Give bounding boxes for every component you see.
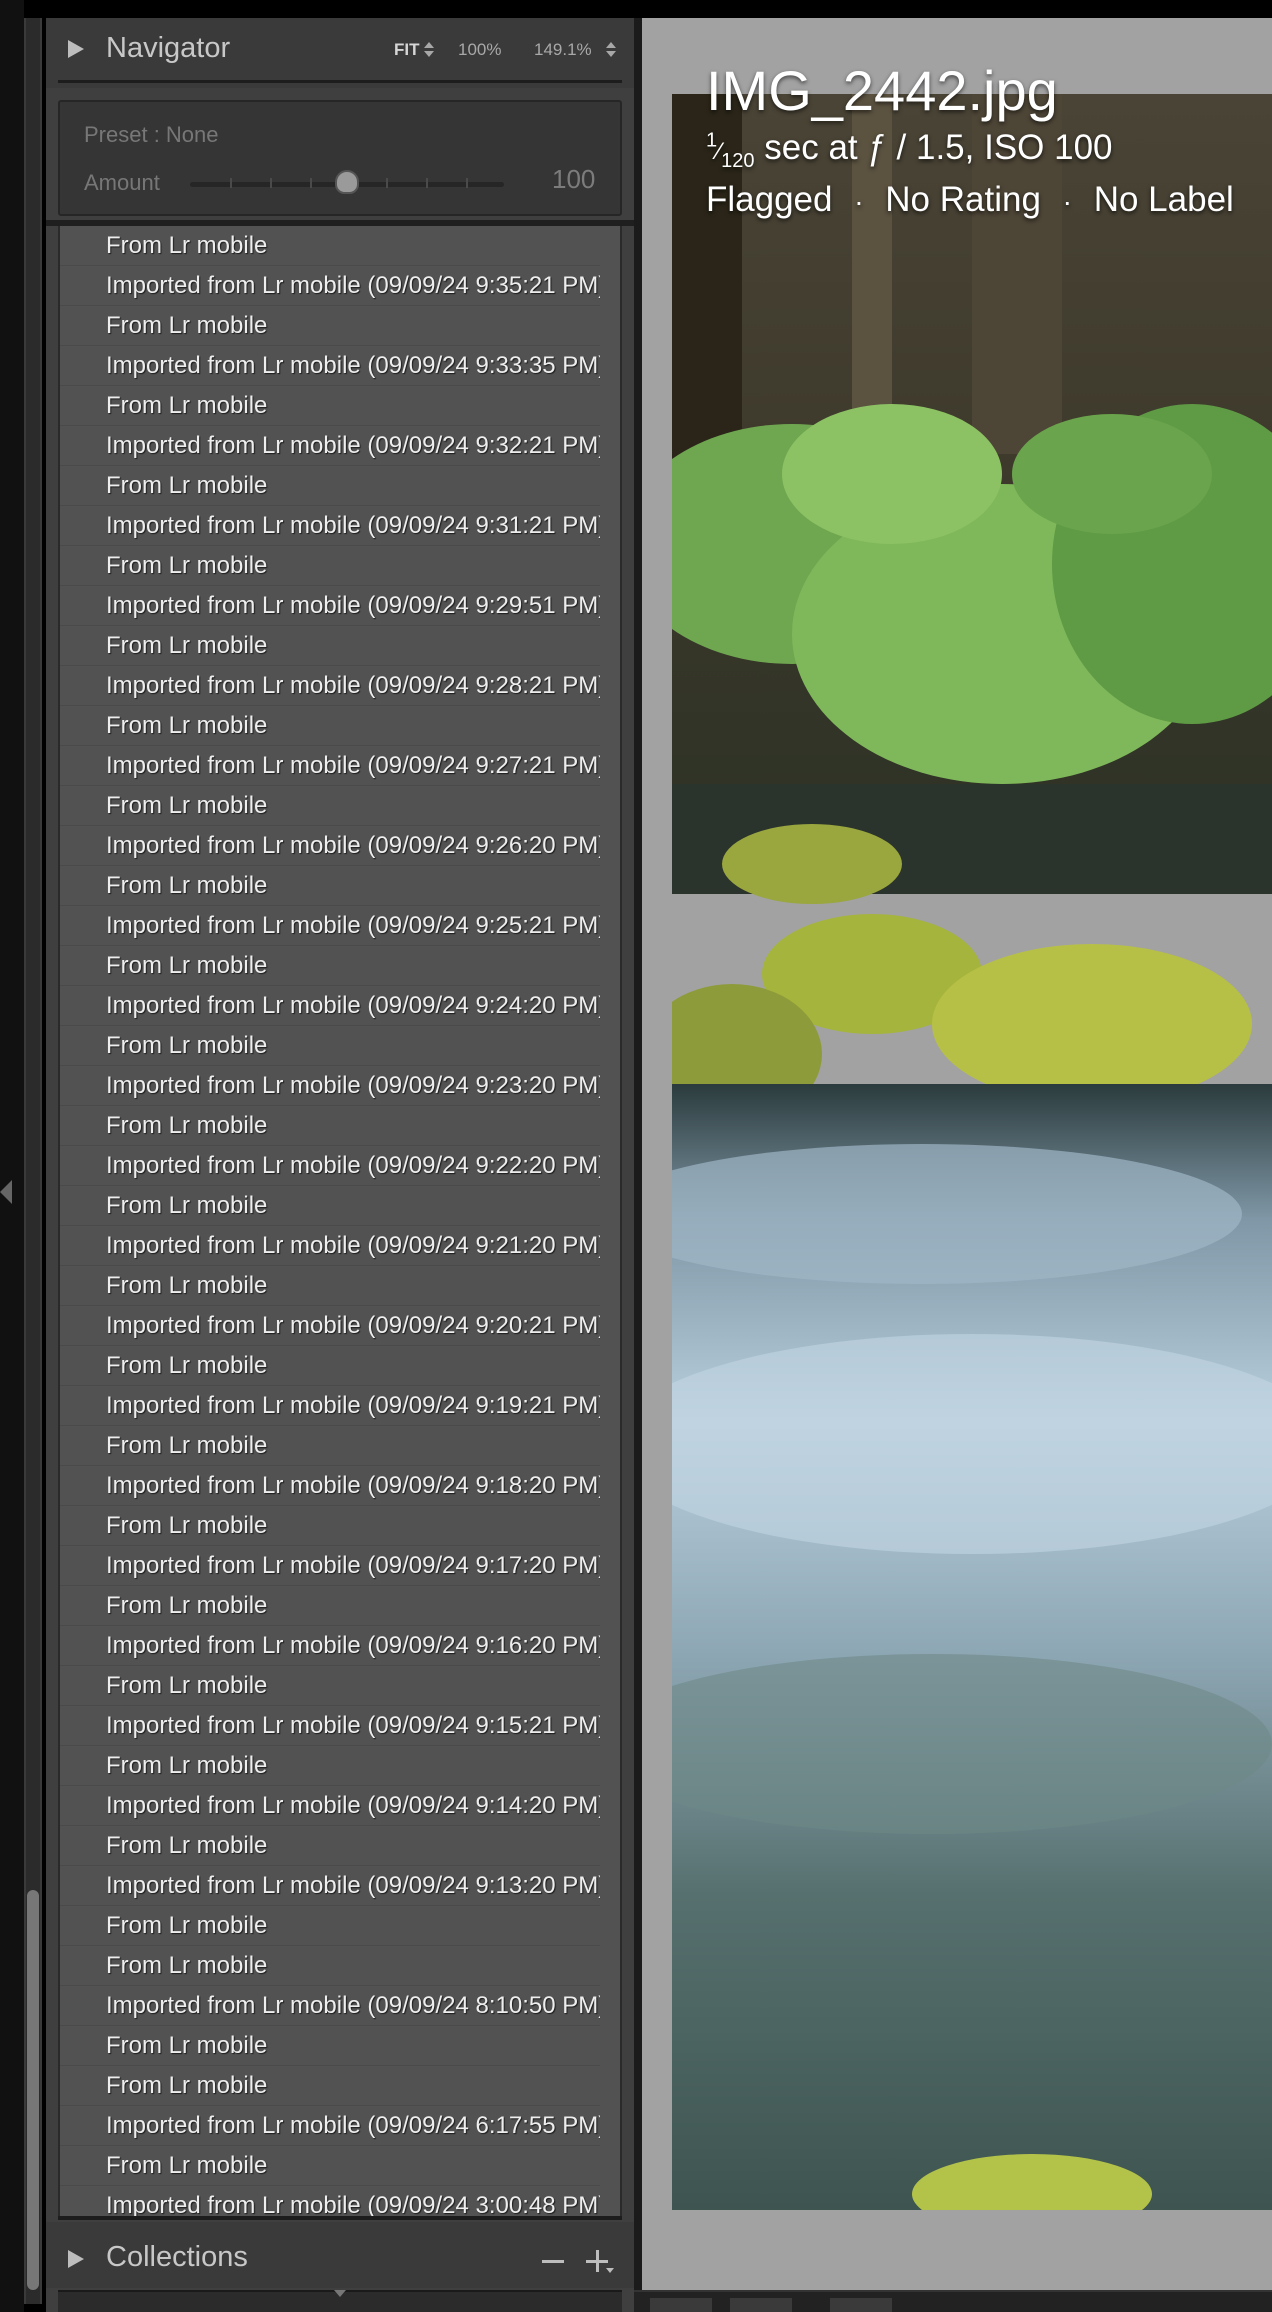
history-step[interactable]: From Lr mobile [60, 466, 600, 506]
history-step[interactable]: From Lr mobile [60, 626, 600, 666]
history-step[interactable]: Imported from Lr mobile (09/09/24 3:00:4… [60, 2186, 600, 2216]
history-step[interactable]: From Lr mobile [60, 1186, 600, 1226]
history-step[interactable]: Imported from Lr mobile (09/09/24 9:23:2… [60, 1066, 600, 1106]
collections-title[interactable]: Collections [106, 2241, 248, 2274]
panel-collapse-arrow-icon[interactable] [0, 1180, 12, 1204]
add-collection-icon[interactable] [596, 2250, 599, 2272]
up-down-arrows-icon[interactable] [606, 40, 616, 60]
history-step[interactable]: From Lr mobile [60, 1266, 600, 1306]
label-status: No Label [1093, 180, 1234, 219]
history-step[interactable]: Imported from Lr mobile (09/09/24 9:20:2… [60, 1306, 600, 1346]
history-step[interactable]: Imported from Lr mobile (09/09/24 9:32:2… [60, 426, 600, 466]
history-step[interactable]: From Lr mobile [60, 2026, 600, 2066]
divider [58, 2216, 622, 2220]
preset-preview-box [58, 100, 622, 216]
history-step[interactable]: From Lr mobile [60, 866, 600, 906]
navigator-title[interactable]: Navigator [106, 32, 230, 65]
history-step[interactable]: From Lr mobile [60, 226, 600, 266]
remove-collection-icon[interactable] [542, 2260, 564, 2263]
filmstrip-cell[interactable] [830, 2298, 892, 2312]
slider-tick [466, 178, 468, 188]
history-step[interactable]: From Lr mobile [60, 1666, 600, 1706]
history-step[interactable]: Imported from Lr mobile (09/09/24 9:31:2… [60, 506, 600, 546]
photo-filename: IMG_2442.jpg [706, 59, 1058, 122]
shutter-numerator: 1 [706, 129, 718, 152]
slider-tick [230, 178, 232, 188]
left-panel-edge[interactable] [0, 0, 24, 2312]
history-step[interactable]: From Lr mobile [60, 1906, 600, 1946]
separator-dot: · [1062, 186, 1072, 217]
history-step[interactable]: Imported from Lr mobile (09/09/24 9:33:3… [60, 346, 600, 386]
history-step[interactable]: From Lr mobile [60, 1106, 600, 1146]
history-step[interactable]: From Lr mobile [60, 1586, 600, 1626]
filmstrip-cell[interactable] [650, 2298, 712, 2312]
slider-tick [426, 178, 428, 188]
history-step[interactable]: Imported from Lr mobile (09/09/24 9:25:2… [60, 906, 600, 946]
lightroom-window: Navigator FIT 100% 149.1% Preset : None … [0, 0, 1272, 2312]
history-step[interactable]: Imported from Lr mobile (09/09/24 9:17:2… [60, 1546, 600, 1586]
photo-image [672, 94, 1272, 2210]
history-step[interactable]: From Lr mobile [60, 2066, 600, 2106]
history-step[interactable]: From Lr mobile [60, 1026, 600, 1066]
photo-preview[interactable] [672, 94, 1272, 2210]
amount-value: 100 [552, 164, 596, 194]
zoom-fit-button[interactable]: FIT [394, 40, 420, 60]
history-step[interactable]: From Lr mobile [60, 706, 600, 746]
dropdown-caret-icon[interactable] [606, 2268, 614, 2273]
history-step[interactable]: From Lr mobile [60, 786, 600, 826]
disclosure-triangle-icon[interactable] [68, 2250, 84, 2268]
history-step[interactable]: From Lr mobile [60, 1826, 600, 1866]
history-step[interactable]: Imported from Lr mobile (09/09/24 8:10:5… [60, 1986, 600, 2026]
panel-scrollbar-thumb[interactable] [27, 1890, 39, 2290]
history-step[interactable]: From Lr mobile [60, 1346, 600, 1386]
exposure-text: sec at ƒ / 1.5, ISO 100 [764, 128, 1113, 167]
history-step[interactable]: Imported from Lr mobile (09/09/24 9:27:2… [60, 746, 600, 786]
history-step[interactable]: Imported from Lr mobile (09/09/24 9:29:5… [60, 586, 600, 626]
shutter-denominator: 120 [721, 150, 755, 172]
history-step[interactable]: Imported from Lr mobile (09/09/24 9:24:2… [60, 986, 600, 1026]
history-step[interactable]: Imported from Lr mobile (09/09/24 6:17:5… [60, 2106, 600, 2146]
history-step[interactable]: Imported from Lr mobile (09/09/24 9:26:2… [60, 826, 600, 866]
filmstrip-cell[interactable] [730, 2298, 792, 2312]
slider-tick [270, 178, 272, 188]
history-step[interactable]: From Lr mobile [60, 1426, 600, 1466]
history-step[interactable]: Imported from Lr mobile (09/09/24 9:19:2… [60, 1386, 600, 1426]
history-step[interactable]: Imported from Lr mobile (09/09/24 9:28:2… [60, 666, 600, 706]
history-step[interactable]: Imported from Lr mobile (09/09/24 9:13:2… [60, 1866, 600, 1906]
preset-label: Preset : None [84, 122, 219, 147]
history-step[interactable]: From Lr mobile [60, 1946, 600, 1986]
history-step[interactable]: Imported from Lr mobile (09/09/24 9:14:2… [60, 1786, 600, 1826]
up-down-arrows-icon[interactable] [424, 40, 434, 60]
zoom-custom-button[interactable]: 149.1% [534, 40, 592, 60]
history-step[interactable]: From Lr mobile [60, 1746, 600, 1786]
resize-handle-icon[interactable] [334, 2290, 346, 2297]
history-step[interactable]: From Lr mobile [60, 946, 600, 986]
disclosure-triangle-icon[interactable] [68, 40, 84, 58]
history-step[interactable]: Imported from Lr mobile (09/09/24 9:18:2… [60, 1466, 600, 1506]
divider [58, 80, 622, 83]
history-step[interactable]: From Lr mobile [60, 306, 600, 346]
history-step[interactable]: Imported from Lr mobile (09/09/24 9:21:2… [60, 1226, 600, 1266]
history-step[interactable]: Imported from Lr mobile (09/09/24 9:16:2… [60, 1626, 600, 1666]
history-step[interactable]: Imported from Lr mobile (09/09/24 9:15:2… [60, 1706, 600, 1746]
slider-tick [310, 178, 312, 188]
amount-slider-thumb[interactable] [335, 170, 359, 194]
history-step[interactable]: Imported from Lr mobile (09/09/24 9:22:2… [60, 1146, 600, 1186]
history-list[interactable]: From Lr mobile Imported from Lr mobile (0… [58, 226, 622, 2216]
history-step[interactable]: From Lr mobile [60, 546, 600, 586]
history-step[interactable]: From Lr mobile [60, 2146, 600, 2186]
photo-status-info: Flagged · No Rating · No Label [706, 180, 1234, 220]
photo-exposure-info: 1⁄120 sec at ƒ / 1.5, ISO 100 [706, 128, 1113, 172]
history-step[interactable]: Imported from Lr mobile (09/09/24 9:35:2… [60, 266, 600, 306]
history-step[interactable]: From Lr mobile [60, 1506, 600, 1546]
panel-separator [634, 18, 642, 2312]
separator-dot: · [854, 186, 864, 217]
zoom-100-button[interactable]: 100% [458, 40, 501, 60]
flag-status: Flagged [706, 180, 833, 219]
history-step[interactable]: From Lr mobile [60, 386, 600, 426]
amount-label: Amount [84, 170, 160, 195]
top-bar [0, 0, 1272, 18]
rating-status: No Rating [885, 180, 1041, 219]
slider-tick [386, 178, 388, 188]
